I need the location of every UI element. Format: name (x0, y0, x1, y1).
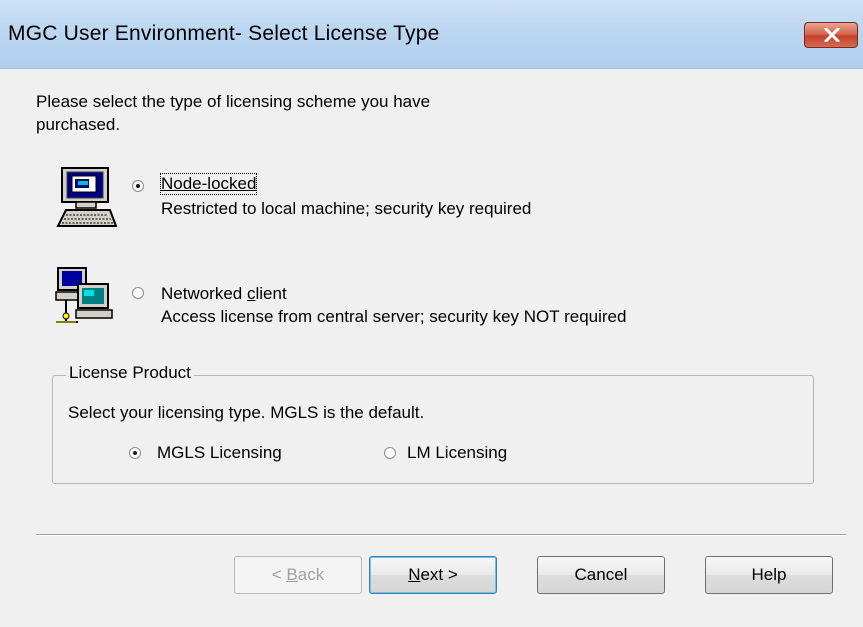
button-separator (36, 534, 846, 536)
radio-networked-client[interactable] (132, 287, 144, 299)
dialog-body: Please select the type of licensing sche… (0, 69, 863, 627)
intro-text-line1: Please select the type of licensing sche… (36, 92, 431, 111)
next-button[interactable]: Next > (369, 556, 497, 594)
close-icon (824, 28, 840, 42)
title-bar[interactable]: MGC User Environment- Select License Typ… (0, 0, 863, 69)
radio-lm-licensing[interactable] (384, 447, 396, 459)
option-node-locked-label[interactable]: Node-locked (159, 173, 258, 195)
window-title: MGC User Environment- Select License Typ… (8, 22, 440, 45)
radio-node-locked[interactable] (132, 180, 144, 192)
option-networked-client-description: Access license from central server; secu… (161, 307, 627, 326)
computer-icon (56, 167, 118, 227)
help-button[interactable]: Help (705, 556, 833, 594)
license-product-legend: License Product (66, 363, 194, 383)
close-button[interactable] (804, 22, 858, 48)
license-product-group (52, 375, 814, 484)
intro-text-line2: purchased. (36, 115, 121, 134)
radio-mgls-licensing[interactable] (129, 447, 141, 459)
network-computers-icon (55, 267, 113, 323)
back-button[interactable]: < Back (234, 556, 362, 594)
cancel-button[interactable]: Cancel (537, 556, 665, 594)
option-node-locked-description: Restricted to local machine; security ke… (161, 199, 532, 218)
option-networked-client-label[interactable]: Networked client (161, 284, 287, 304)
license-product-instruction: Select your licensing type. MGLS is the … (68, 403, 425, 422)
mgls-licensing-label[interactable]: MGLS Licensing (157, 443, 282, 463)
lm-licensing-label[interactable]: LM Licensing (407, 443, 507, 463)
